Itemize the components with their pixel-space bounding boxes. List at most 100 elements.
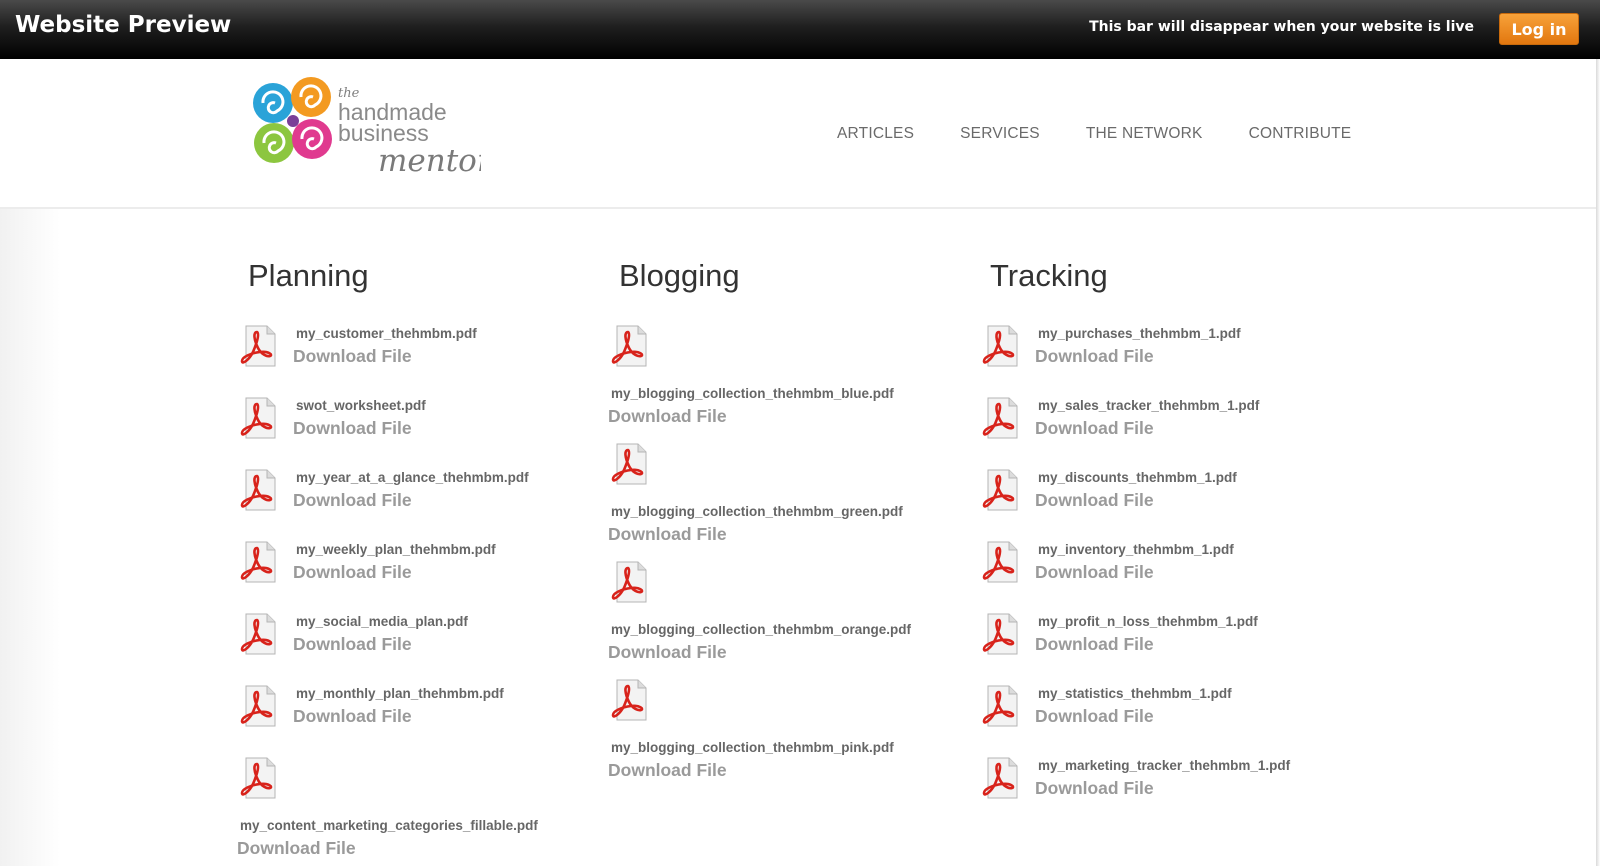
file-name: my_monthly_plan_thehmbm.pdf: [296, 686, 504, 701]
file-item: my_statistics_thehmbm_1.pdf Download Fil…: [978, 684, 1338, 756]
pdf-file-icon[interactable]: [978, 396, 1020, 440]
file-item: my_purchases_thehmbm_1.pdf Download File: [978, 324, 1338, 396]
file-item: my_blogging_collection_thehmbm_orange.pd…: [607, 560, 967, 678]
file-item: my_weekly_plan_thehmbm.pdf Download File: [236, 540, 596, 612]
pdf-file-icon[interactable]: [607, 678, 649, 722]
file-item: my_customer_thehmbm.pdf Download File: [236, 324, 596, 396]
download-file-link[interactable]: Download File: [1035, 778, 1154, 799]
pdf-file-icon[interactable]: [236, 612, 278, 656]
pdf-document-icon: [982, 757, 1018, 799]
file-item: swot_worksheet.pdf Download File: [236, 396, 596, 468]
download-file-link[interactable]: Download File: [608, 760, 727, 781]
file-item: my_inventory_thehmbm_1.pdf Download File: [978, 540, 1338, 612]
file-item: my_sales_tracker_thehmbm_1.pdf Download …: [978, 396, 1338, 468]
download-file-link[interactable]: Download File: [1035, 418, 1154, 439]
pdf-document-icon: [611, 325, 647, 367]
column-blogging: Blogging my_blogging_collection_thehmbm_…: [607, 258, 967, 780]
file-item: my_blogging_collection_thehmbm_green.pdf…: [607, 442, 967, 560]
download-file-link[interactable]: Download File: [1035, 634, 1154, 655]
file-item: my_blogging_collection_thehmbm_pink.pdf …: [607, 678, 967, 796]
preview-bar: Website Preview This bar will disappear …: [0, 0, 1600, 59]
pdf-document-icon: [240, 469, 276, 511]
file-name: my_statistics_thehmbm_1.pdf: [1038, 686, 1232, 701]
pdf-file-icon[interactable]: [236, 324, 278, 368]
pdf-file-icon[interactable]: [607, 442, 649, 486]
pdf-document-icon: [240, 541, 276, 583]
file-name: my_blogging_collection_thehmbm_pink.pdf: [611, 740, 894, 755]
download-file-link[interactable]: Download File: [293, 634, 412, 655]
pdf-document-icon: [982, 613, 1018, 655]
download-file-link[interactable]: Download File: [293, 490, 412, 511]
column-title: Planning: [248, 258, 369, 293]
preview-note: This bar will disappear when your websit…: [1089, 19, 1474, 35]
pdf-document-icon: [240, 613, 276, 655]
download-file-link[interactable]: Download File: [608, 406, 727, 427]
pdf-document-icon: [611, 679, 647, 721]
file-item: my_marketing_tracker_thehmbm_1.pdf Downl…: [978, 756, 1338, 828]
download-file-link[interactable]: Download File: [608, 642, 727, 663]
pdf-file-icon[interactable]: [978, 324, 1020, 368]
file-list: my_blogging_collection_thehmbm_blue.pdf …: [607, 324, 967, 796]
pdf-document-icon: [982, 325, 1018, 367]
file-name: my_weekly_plan_thehmbm.pdf: [296, 542, 496, 557]
file-name: my_profit_n_loss_thehmbm_1.pdf: [1038, 614, 1258, 629]
column-tracking: Tracking my_purchases_thehmbm_1.pdf Down…: [978, 258, 1338, 799]
login-button[interactable]: Log in: [1499, 13, 1579, 45]
file-item: my_discounts_thehmbm_1.pdf Download File: [978, 468, 1338, 540]
file-name: my_sales_tracker_thehmbm_1.pdf: [1038, 398, 1260, 413]
file-item: my_content_marketing_categories_fillable…: [236, 756, 596, 866]
pdf-document-icon: [240, 325, 276, 367]
nav-services[interactable]: SERVICES: [960, 125, 1040, 143]
pdf-file-icon[interactable]: [236, 684, 278, 728]
file-name: swot_worksheet.pdf: [296, 398, 426, 413]
download-file-link[interactable]: Download File: [293, 562, 412, 583]
pdf-document-icon: [611, 443, 647, 485]
column-title: Blogging: [619, 258, 740, 293]
file-name: my_social_media_plan.pdf: [296, 614, 468, 629]
pdf-file-icon[interactable]: [236, 756, 278, 800]
file-name: my_inventory_thehmbm_1.pdf: [1038, 542, 1234, 557]
pdf-file-icon[interactable]: [978, 756, 1020, 800]
pdf-file-icon[interactable]: [236, 468, 278, 512]
pdf-file-icon[interactable]: [978, 684, 1020, 728]
pdf-document-icon: [611, 561, 647, 603]
pdf-document-icon: [982, 397, 1018, 439]
site-header: the handmade business mentor ARTICLES SE…: [0, 59, 1596, 209]
download-file-link[interactable]: Download File: [1035, 346, 1154, 367]
file-name: my_customer_thehmbm.pdf: [296, 326, 477, 341]
file-name: my_blogging_collection_thehmbm_green.pdf: [611, 504, 903, 519]
pdf-document-icon: [240, 685, 276, 727]
download-file-link[interactable]: Download File: [1035, 562, 1154, 583]
preview-title: Website Preview: [15, 12, 232, 38]
download-file-link[interactable]: Download File: [608, 524, 727, 545]
pdf-file-icon[interactable]: [607, 560, 649, 604]
file-name: my_year_at_a_glance_thehmbm.pdf: [296, 470, 529, 485]
download-file-link[interactable]: Download File: [293, 706, 412, 727]
pdf-file-icon[interactable]: [978, 612, 1020, 656]
scrollbar-gutter[interactable]: [1596, 59, 1600, 866]
nav-articles[interactable]: ARTICLES: [837, 125, 914, 143]
file-name: my_discounts_thehmbm_1.pdf: [1038, 470, 1237, 485]
file-item: my_monthly_plan_thehmbm.pdf Download Fil…: [236, 684, 596, 756]
site-logo[interactable]: the handmade business mentor: [246, 75, 494, 190]
nav-contribute[interactable]: CONTRIBUTE: [1249, 125, 1352, 143]
pdf-file-icon[interactable]: [236, 540, 278, 584]
file-name: my_marketing_tracker_thehmbm_1.pdf: [1038, 758, 1291, 773]
pdf-file-icon[interactable]: [978, 540, 1020, 584]
pdf-file-icon[interactable]: [607, 324, 649, 368]
download-file-link[interactable]: Download File: [293, 346, 412, 367]
download-file-link[interactable]: Download File: [237, 838, 356, 859]
nav-the-network[interactable]: THE NETWORK: [1086, 125, 1203, 143]
logo-graphic: the handmade business mentor: [253, 77, 494, 179]
file-list: my_purchases_thehmbm_1.pdf Download File…: [978, 324, 1338, 828]
pdf-document-icon: [982, 685, 1018, 727]
pdf-file-icon[interactable]: [978, 468, 1020, 512]
pdf-file-icon[interactable]: [236, 396, 278, 440]
download-file-link[interactable]: Download File: [1035, 490, 1154, 511]
file-item: my_profit_n_loss_thehmbm_1.pdf Download …: [978, 612, 1338, 684]
main-nav: ARTICLES SERVICES THE NETWORK CONTRIBUTE: [837, 125, 1397, 143]
svg-text:mentor: mentor: [378, 143, 481, 179]
download-file-link[interactable]: Download File: [1035, 706, 1154, 727]
column-planning: Planning my_customer_thehmbm.pdf Downloa…: [236, 258, 596, 858]
download-file-link[interactable]: Download File: [293, 418, 412, 439]
